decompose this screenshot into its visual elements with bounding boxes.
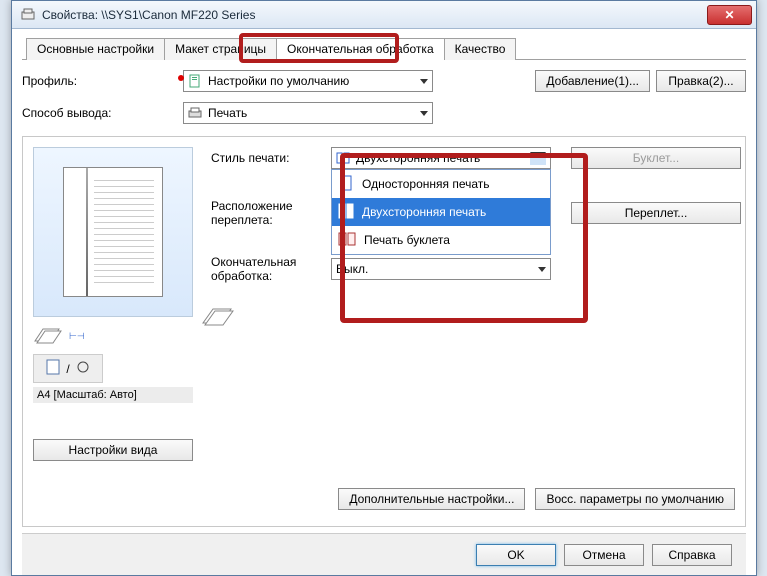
output-label: Способ вывода: — [22, 106, 177, 120]
restore-defaults-button[interactable]: Восс. параметры по умолчанию — [535, 488, 735, 510]
option-single-sided[interactable]: Односторонняя печать — [332, 170, 550, 198]
content: Основные настройки Макет страницы Оконча… — [12, 29, 756, 575]
page-preview-graphic — [63, 167, 163, 297]
document-icon — [188, 74, 202, 88]
close-button[interactable]: ✕ — [707, 5, 752, 25]
spine-icon — [86, 168, 88, 296]
chevron-down-icon — [420, 79, 428, 84]
print-style-label: Стиль печати: — [211, 151, 331, 165]
help-button[interactable]: Справка — [652, 544, 732, 566]
stack-preview: ⊢⊣ — [33, 323, 193, 350]
printer-icon — [20, 7, 36, 23]
page-preview — [33, 147, 193, 317]
tab-basic[interactable]: Основные настройки — [26, 38, 165, 60]
finishing-label: Окончательная обработка: — [211, 255, 331, 283]
close-icon: ✕ — [724, 8, 734, 22]
option-double-sided[interactable]: Двухсторонняя печать — [332, 198, 550, 226]
circle-icon — [76, 360, 90, 377]
dialog-buttons: OK Отмена Справка — [22, 533, 746, 575]
profile-combo[interactable]: Настройки по умолчанию — [183, 70, 433, 92]
titlebar: Свойства: \\SYS1\Canon MF220 Series ✕ — [12, 1, 756, 29]
print-style-options: Односторонняя печать Двухсторонняя печат… — [331, 169, 551, 255]
view-settings-button[interactable]: Настройки вида — [33, 439, 193, 461]
binding-label: Расположение переплета: — [211, 199, 341, 227]
profile-add-button[interactable]: Добавление(1)... — [535, 70, 650, 92]
profile-label: Профиль: — [22, 74, 177, 88]
preview-status: A4 [Масштаб: Авто] — [33, 387, 193, 403]
print-style-value: Двухсторонняя печать — [356, 151, 480, 165]
output-stack-icon — [201, 303, 741, 332]
preview-mode-buttons[interactable]: / — [33, 354, 103, 383]
chevron-down-icon — [538, 267, 546, 272]
print-style-dropdown[interactable]: Двухсторонняя печать Односторонняя печат… — [331, 147, 551, 169]
finishing-row: Окончательная обработка: Выкл. — [211, 255, 741, 283]
duplex-icon — [336, 151, 350, 165]
profile-value: Настройки по умолчанию — [208, 74, 349, 88]
page-icon — [46, 359, 60, 378]
slash-icon: / — [66, 362, 69, 376]
print-style-row: Стиль печати: Двухсторонняя печать — [211, 147, 741, 169]
page-stack-icon — [33, 323, 63, 350]
gutter-button[interactable]: Переплет... — [571, 202, 741, 224]
ok-button[interactable]: OK — [476, 544, 556, 566]
settings-column: Стиль печати: Двухсторонняя печать — [211, 147, 741, 516]
booklet-icon — [338, 231, 356, 250]
output-value: Печать — [208, 106, 247, 120]
output-row: Способ вывода: Печать — [22, 102, 746, 124]
preview-column: ⊢⊣ / A4 [Масштаб: Авто] Настройки вида — [33, 147, 193, 516]
finishing-panel: ⊢⊣ / A4 [Масштаб: Авто] Настройки вида С… — [22, 136, 746, 527]
advanced-settings-button[interactable]: Дополнительные настройки... — [338, 488, 525, 510]
finishing-value: Выкл. — [336, 262, 368, 276]
profile-edit-button[interactable]: Правка(2)... — [656, 70, 746, 92]
finishing-combo[interactable]: Выкл. — [331, 258, 551, 280]
output-combo[interactable]: Печать — [183, 102, 433, 124]
chevron-down-icon — [530, 152, 546, 165]
page-lines-icon — [94, 180, 154, 284]
tab-page-layout[interactable]: Макет страницы — [164, 38, 277, 60]
properties-dialog: Свойства: \\SYS1\Canon MF220 Series ✕ Ос… — [11, 0, 757, 576]
profile-row: Профиль: Настройки по умолчанию Добавлен… — [22, 70, 746, 92]
option-booklet[interactable]: Печать буклета — [332, 226, 550, 254]
tab-strip: Основные настройки Макет страницы Оконча… — [22, 37, 746, 60]
cancel-button[interactable]: Отмена — [564, 544, 644, 566]
duplex-icon — [338, 202, 354, 223]
chevron-down-icon — [420, 111, 428, 116]
ruler-icon: ⊢⊣ — [69, 331, 85, 342]
tab-quality[interactable]: Качество — [444, 38, 517, 60]
window-title: Свойства: \\SYS1\Canon MF220 Series — [42, 8, 707, 22]
print-icon — [188, 106, 202, 120]
tab-finishing[interactable]: Окончательная обработка — [276, 38, 445, 60]
modified-indicator-icon — [178, 75, 184, 81]
booklet-button[interactable]: Буклет... — [571, 147, 741, 169]
single-page-icon — [338, 174, 354, 195]
